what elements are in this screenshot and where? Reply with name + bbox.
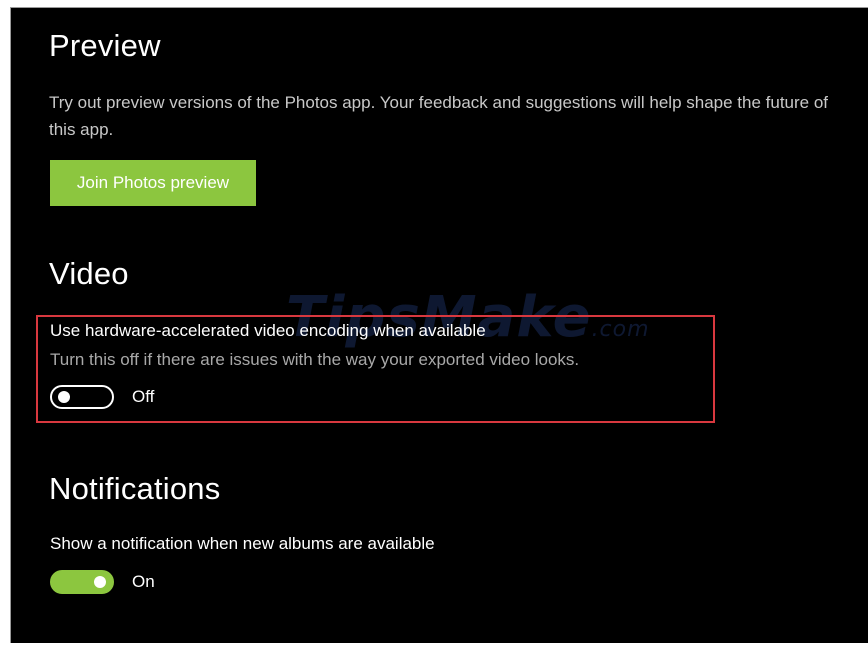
preview-description: Try out preview versions of the Photos a…: [49, 93, 829, 139]
new-albums-notification-toggle[interactable]: [50, 570, 114, 594]
join-photos-preview-button[interactable]: Join Photos preview: [50, 160, 256, 206]
settings-panel: Preview Try out preview versions of the …: [10, 7, 868, 643]
new-albums-notification-toggle-state: On: [132, 572, 155, 591]
toggle-knob: [94, 576, 106, 588]
hardware-encoding-toggle[interactable]: [50, 385, 114, 409]
hardware-encoding-description: Turn this off if there are issues with t…: [50, 350, 580, 369]
preview-heading: Preview: [49, 28, 161, 63]
video-heading: Video: [49, 256, 129, 291]
new-albums-notification-label: Show a notification when new albums are …: [50, 534, 435, 553]
toggle-knob: [58, 391, 70, 403]
notifications-heading: Notifications: [49, 471, 221, 506]
hardware-encoding-label: Use hardware-accelerated video encoding …: [50, 321, 486, 340]
hardware-encoding-toggle-state: Off: [132, 387, 155, 406]
